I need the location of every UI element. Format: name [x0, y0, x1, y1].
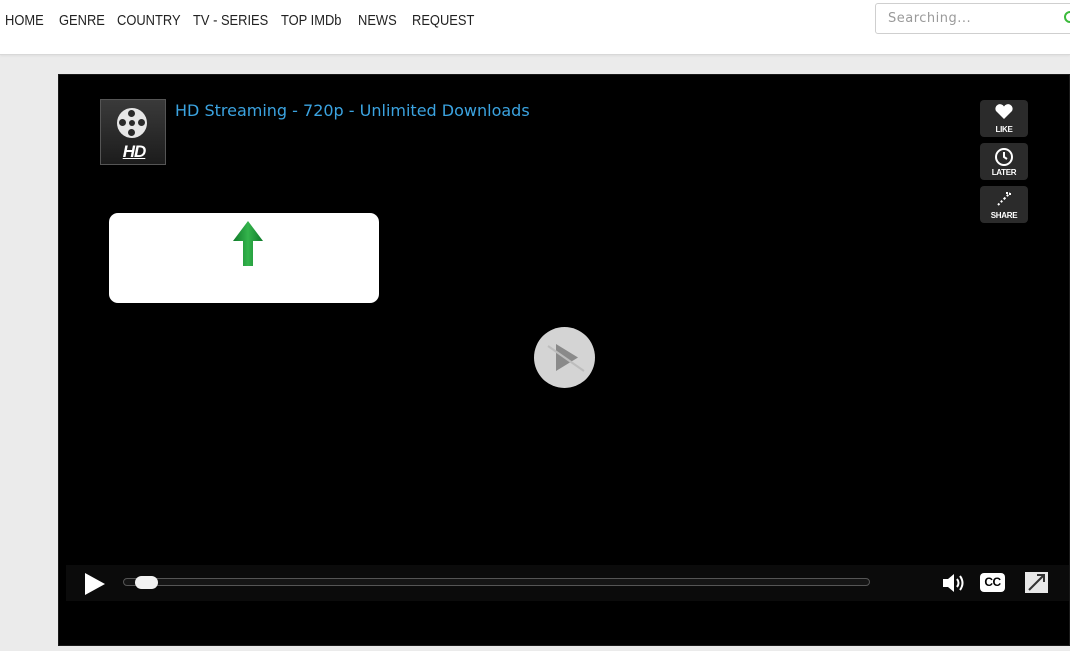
share-label: SHARE: [990, 211, 1018, 220]
fullscreen-icon: [1028, 574, 1045, 591]
share-icon: [997, 192, 1011, 206]
nav-tv-series[interactable]: TV - SERIES: [193, 12, 268, 29]
progress-bar[interactable]: [123, 578, 870, 586]
upload-arrow-card[interactable]: [109, 213, 379, 303]
search-icon[interactable]: [1064, 11, 1070, 23]
volume-icon[interactable]: [942, 572, 968, 594]
later-label: LATER: [991, 168, 1017, 177]
nav-home[interactable]: HOME: [5, 12, 44, 29]
clock-icon: [995, 148, 1013, 166]
film-reel-icon: [117, 108, 147, 138]
nav-country[interactable]: COUNTRY: [117, 12, 181, 29]
cc-icon: CC: [984, 575, 1001, 589]
main-menu: HOME GENRE COUNTRY TV - SERIES TOP IMDb …: [0, 0, 474, 40]
control-play-icon[interactable]: [84, 572, 106, 596]
progress-handle[interactable]: [134, 576, 158, 589]
like-button[interactable]: LIKE: [980, 100, 1028, 137]
heart-icon: [995, 104, 1013, 119]
green-up-arrow-icon: [233, 221, 263, 266]
nav-news[interactable]: NEWS: [358, 12, 397, 29]
search-box: [875, 3, 1070, 34]
share-button[interactable]: SHARE: [980, 186, 1028, 223]
like-label: LIKE: [995, 125, 1013, 134]
closed-captions-button[interactable]: CC: [980, 573, 1005, 592]
nav-request[interactable]: REQUEST: [412, 12, 474, 29]
player-control-bar: CC: [66, 565, 1069, 601]
hd-logo-thumbnail: HD: [100, 99, 166, 165]
watch-later-button[interactable]: LATER: [980, 143, 1028, 180]
search-input[interactable]: [876, 4, 1056, 33]
video-player[interactable]: HD HD Streaming - 720p - Unlimited Downl…: [58, 74, 1070, 646]
nav-genre[interactable]: GENRE: [59, 12, 105, 29]
nav-top-imdb[interactable]: TOP IMDb: [281, 12, 341, 29]
play-icon: [547, 344, 585, 372]
player-title-link[interactable]: HD Streaming - 720p - Unlimited Download…: [175, 101, 530, 120]
center-play-button[interactable]: [534, 327, 595, 388]
top-navigation-bar: HOME GENRE COUNTRY TV - SERIES TOP IMDb …: [0, 0, 1070, 55]
fullscreen-button[interactable]: [1025, 572, 1048, 593]
hd-label: HD: [122, 142, 147, 161]
